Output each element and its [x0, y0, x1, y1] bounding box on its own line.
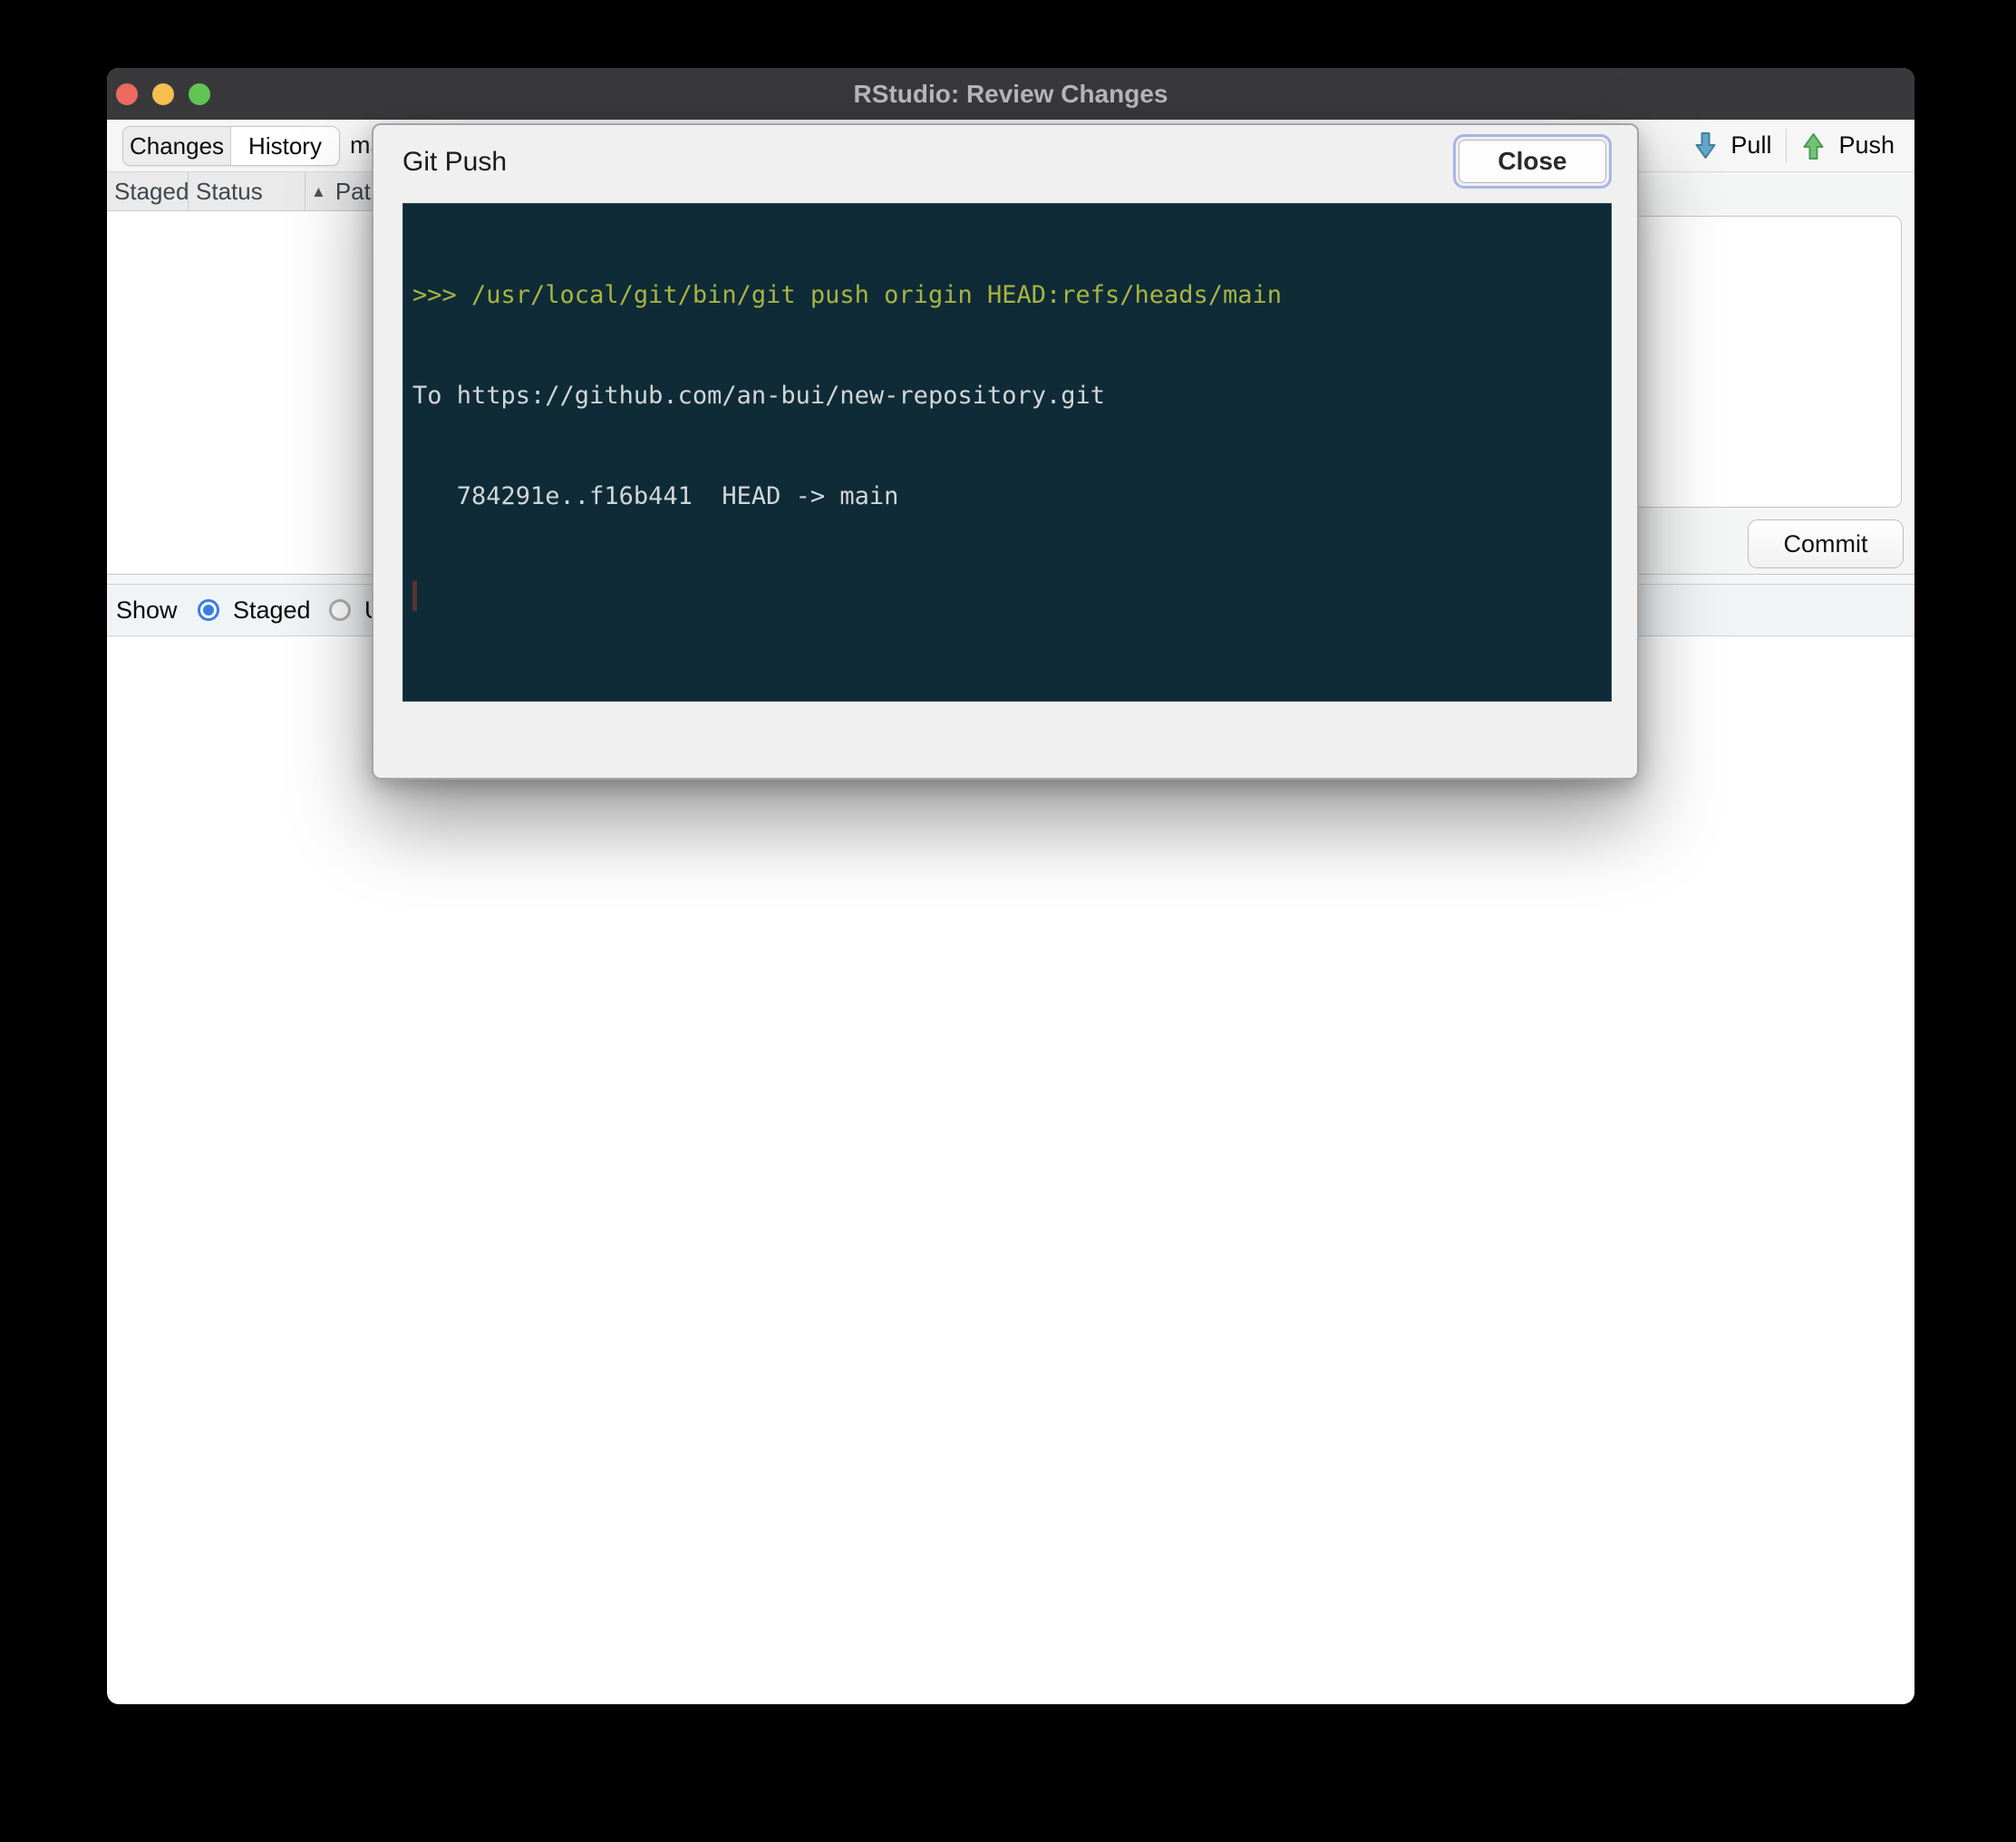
sort-ascending-triangle-icon: ▲	[311, 184, 326, 199]
terminal-cursor	[412, 581, 417, 611]
show-label: Show	[116, 585, 178, 635]
push-button[interactable]: Push	[1801, 131, 1895, 160]
radio-selected-icon	[198, 599, 219, 621]
git-push-dialog-title: Git Push	[402, 147, 507, 178]
console-command-line: >>> /usr/local/git/bin/git push origin H…	[412, 278, 1602, 312]
pull-button-label: Pull	[1730, 131, 1771, 160]
radio-staged-label: Staged	[233, 596, 311, 625]
tab-history[interactable]: History	[231, 127, 339, 165]
console-cursor-line	[412, 580, 1602, 614]
pull-down-arrow-icon	[1693, 131, 1718, 160]
git-push-dialog: Git Push Close >>> /usr/local/git/bin/gi…	[372, 123, 1639, 780]
radio-option-staged[interactable]: Staged	[198, 585, 311, 635]
console-output-line: 784291e..f16b441 HEAD -> main	[412, 480, 1602, 513]
window-title: RStudio: Review Changes	[107, 68, 1914, 120]
radio-unselected-icon	[329, 599, 351, 621]
console-output-line: To https://github.com/an-bui/new-reposit…	[412, 379, 1602, 412]
pull-button[interactable]: Pull	[1693, 131, 1771, 160]
toolbar-divider	[1786, 129, 1787, 163]
push-button-label: Push	[1838, 131, 1895, 160]
commit-button[interactable]: Commit	[1748, 519, 1904, 568]
toolbar-right-group: Pull Push	[1693, 120, 1895, 171]
close-button[interactable]: Close	[1459, 140, 1606, 183]
column-header-staged[interactable]: Staged	[107, 172, 189, 210]
git-push-console-output: >>> /usr/local/git/bin/git push origin H…	[402, 203, 1612, 702]
close-button-focus-ring: Close	[1453, 134, 1612, 189]
screenshot-background: RStudio: Review Changes Changes History …	[0, 0, 2016, 1842]
column-header-status[interactable]: Status	[189, 172, 305, 210]
tab-changes[interactable]: Changes	[123, 127, 231, 165]
titlebar: RStudio: Review Changes	[107, 68, 1914, 120]
push-up-arrow-icon	[1801, 131, 1826, 160]
view-tabs: Changes History	[122, 126, 340, 166]
